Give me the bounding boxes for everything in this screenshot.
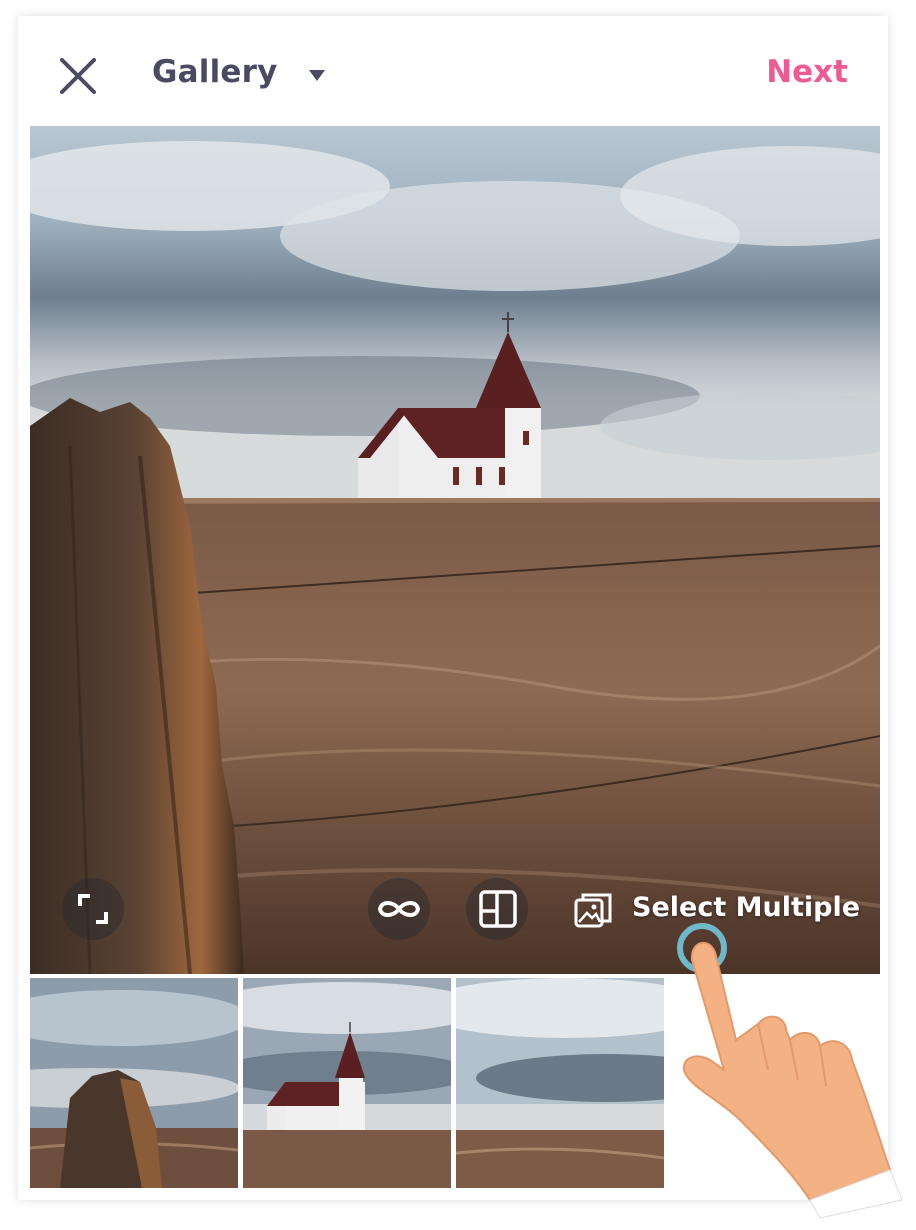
gallery-title[interactable]: Gallery xyxy=(152,54,278,90)
thumbnail-item[interactable] xyxy=(30,978,238,1188)
photos-icon xyxy=(574,893,612,928)
close-button[interactable] xyxy=(58,56,98,96)
close-icon xyxy=(60,58,96,94)
boomerang-button[interactable] xyxy=(368,878,430,940)
field-photo xyxy=(456,978,664,1188)
expand-button[interactable] xyxy=(62,878,124,940)
thumbnail-grid xyxy=(30,978,880,1188)
expand-icon xyxy=(78,894,108,924)
layout-icon xyxy=(479,890,517,928)
thumbnail-item[interactable] xyxy=(456,978,664,1188)
next-button[interactable]: Next xyxy=(766,54,848,90)
select-multiple-label: Select Multiple xyxy=(632,892,861,923)
album-dropdown-button[interactable] xyxy=(308,68,326,82)
fence-post-photo xyxy=(30,978,238,1188)
church-field-photo xyxy=(30,126,880,974)
church-photo xyxy=(243,978,451,1188)
photo-preview: Select Multiple xyxy=(30,126,880,974)
layout-button[interactable] xyxy=(466,878,528,940)
infinity-icon xyxy=(377,901,421,917)
gallery-picker-card: Gallery Next Select Multiple xyxy=(18,16,888,1200)
caret-down-icon xyxy=(309,70,325,81)
header-bar: Gallery Next xyxy=(18,16,888,126)
thumbnail-item[interactable] xyxy=(243,978,451,1188)
